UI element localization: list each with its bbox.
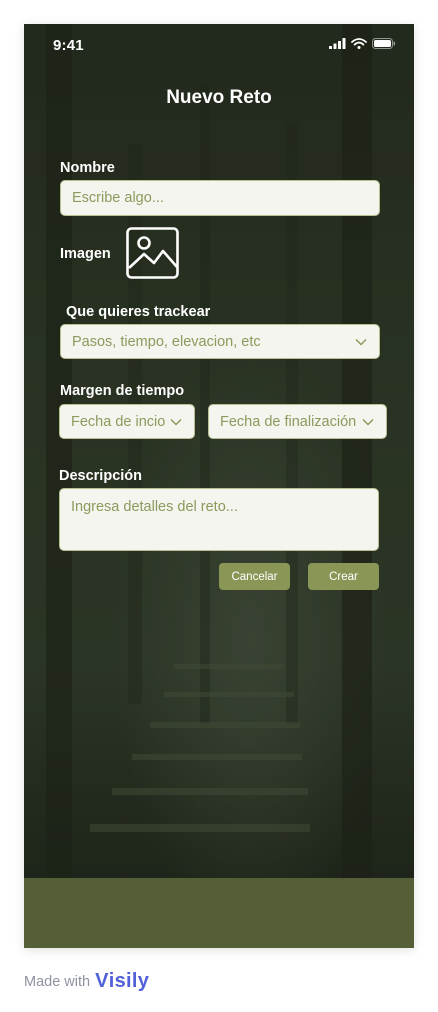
chevron-down-icon bbox=[362, 418, 374, 426]
wifi-icon bbox=[351, 38, 367, 49]
chevron-down-icon bbox=[170, 418, 182, 426]
description-textarea[interactable]: Ingresa detalles del reto... bbox=[59, 488, 379, 551]
battery-icon bbox=[372, 38, 396, 49]
status-time: 9:41 bbox=[53, 37, 84, 54]
cancel-button[interactable]: Cancelar bbox=[219, 563, 290, 590]
image-label: Imagen bbox=[60, 246, 111, 262]
track-select-value: Pasos, tiempo, elevacion, etc bbox=[72, 333, 261, 350]
create-button[interactable]: Crear bbox=[308, 563, 379, 590]
visily-logo: Visily bbox=[95, 970, 149, 993]
cellular-signal-icon bbox=[329, 38, 346, 49]
end-date-select[interactable]: Fecha de finalización bbox=[208, 404, 387, 439]
visily-logo-text: isily bbox=[108, 970, 150, 992]
image-placeholder-icon[interactable] bbox=[126, 227, 180, 280]
made-with-text: Made with bbox=[24, 973, 91, 990]
name-label: Nombre bbox=[60, 160, 115, 176]
page-title: Nuevo Reto bbox=[166, 87, 272, 108]
bottom-bar bbox=[24, 878, 414, 948]
track-select[interactable]: Pasos, tiempo, elevacion, etc bbox=[60, 324, 380, 359]
chevron-down-icon bbox=[355, 338, 367, 346]
end-date-value: Fecha de finalización bbox=[220, 413, 357, 430]
forest-background bbox=[24, 24, 414, 878]
track-label: Que quieres trackear bbox=[66, 304, 211, 320]
description-label: Descripción bbox=[59, 468, 142, 484]
time-range-label: Margen de tiempo bbox=[60, 383, 185, 399]
visily-logo-mark: V bbox=[95, 970, 109, 992]
status-icons bbox=[329, 38, 396, 49]
phone-screen: 9:41 Nuevo Reto Nombre Escribe algo... I… bbox=[24, 24, 414, 948]
made-with-footer[interactable]: Made with Visily bbox=[24, 970, 149, 993]
start-date-select[interactable]: Fecha de incio bbox=[59, 404, 195, 439]
name-input[interactable]: Escribe algo... bbox=[60, 180, 380, 216]
start-date-value: Fecha de incio bbox=[71, 413, 166, 430]
